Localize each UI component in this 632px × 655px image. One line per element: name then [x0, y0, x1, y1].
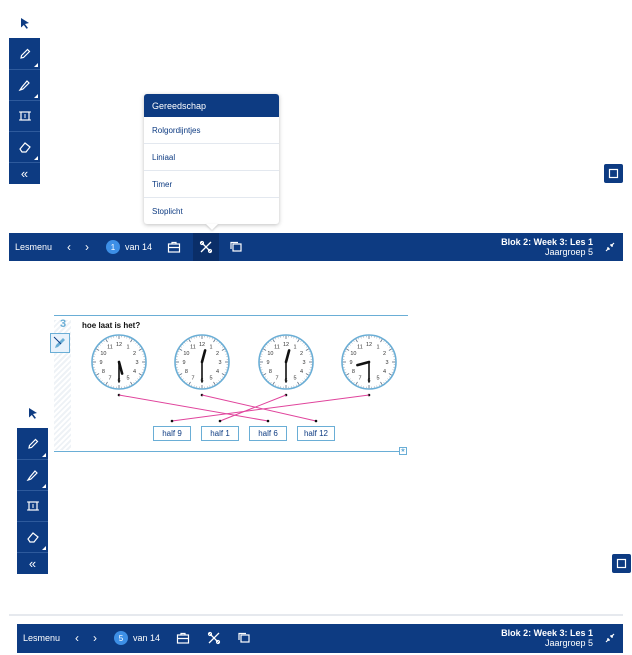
answer-box-half-9[interactable]: half 9	[153, 426, 191, 441]
clock-numeral: 3	[385, 360, 388, 366]
clock-numeral: 11	[274, 344, 280, 350]
clock-numeral: 4	[300, 369, 303, 375]
clock-numeral: 10	[100, 351, 106, 357]
pointer-tool-button[interactable]	[17, 398, 48, 428]
bottom-divider	[9, 614, 623, 616]
answer-anchor-dot	[218, 419, 222, 423]
clock-numeral: 11	[357, 344, 363, 350]
clock-numeral: 9	[182, 360, 185, 366]
clock-numeral: 1	[376, 344, 379, 350]
clock-numeral: 4	[133, 369, 136, 375]
clock-numeral: 12	[199, 342, 205, 348]
lesson-title: Blok 2: Week 3: Les 1	[501, 628, 593, 638]
answer-anchor-dot	[266, 419, 270, 423]
clock-numeral: 7	[275, 376, 278, 382]
clock-numeral: 12	[116, 342, 122, 348]
clock-numeral: 8	[269, 369, 272, 375]
clock-numeral: 10	[183, 351, 189, 357]
clock-numeral: 11	[190, 344, 196, 350]
clock-numeral: 5	[209, 376, 212, 382]
clock-numeral: 3	[135, 360, 138, 366]
answer-box-half-12[interactable]: half 12	[297, 426, 335, 441]
match-line	[118, 394, 269, 422]
answer-box-half-1[interactable]: half 1	[201, 426, 239, 441]
clock-numeral: 5	[126, 376, 129, 382]
toolbox-icon[interactable]	[176, 631, 190, 645]
clock-numeral: 8	[185, 369, 188, 375]
clock-numeral: 2	[300, 351, 303, 357]
collapse-toolbar-button[interactable]: «	[17, 553, 48, 574]
frame-icon	[26, 501, 39, 511]
clock-numeral: 12	[366, 342, 372, 348]
selection-frame-button-bottom[interactable]	[612, 554, 631, 573]
clock-numeral: 1	[126, 344, 129, 350]
clock-numeral: 5	[293, 376, 296, 382]
exercise-bottom-rule	[54, 451, 400, 452]
clock-numeral: 5	[376, 376, 379, 382]
page-number-badge[interactable]: 5	[114, 631, 128, 645]
answer-anchor-dot	[314, 419, 318, 423]
clock-numeral: 7	[191, 376, 194, 382]
clock-numeral: 7	[108, 376, 111, 382]
match-line	[219, 394, 287, 422]
answer-anchor-dot	[170, 419, 174, 423]
drawing-toolbar-bottom: «	[17, 398, 48, 574]
clock-numeral: 1	[293, 344, 296, 350]
star-marker[interactable]: ★	[399, 447, 407, 455]
clock-numeral: 2	[133, 351, 136, 357]
clock-numeral: 10	[267, 351, 273, 357]
clock-numeral: 1	[209, 344, 212, 350]
clocks-and-lines: 1212345678910111212345678910111212345678…	[91, 334, 397, 423]
answer-box-half-6[interactable]: half 6	[249, 426, 287, 441]
marker-tool-button[interactable]	[17, 460, 48, 490]
clock-numeral: 3	[302, 360, 305, 366]
prev-page-button[interactable]: ‹	[75, 624, 79, 652]
clock-numeral: 9	[266, 360, 269, 366]
pencil-tool-button[interactable]	[17, 429, 48, 459]
pencil-icon	[27, 438, 38, 449]
clock-numeral: 9	[99, 360, 102, 366]
next-page-button[interactable]: ›	[93, 624, 97, 652]
page-count-label: van 14	[133, 633, 161, 643]
eraser-icon	[26, 532, 39, 543]
clock-numeral: 2	[383, 351, 386, 357]
lesson-navbar-bottom: Lesmenu ‹ › 5 van 14 Blok 2: Week 3: Les…	[17, 624, 623, 653]
pointer-icon	[28, 408, 37, 419]
clock-numeral: 8	[102, 369, 105, 375]
marker-icon	[26, 470, 38, 482]
match-line	[171, 394, 370, 422]
windows-icon[interactable]	[237, 631, 251, 645]
clock-numeral: 8	[352, 369, 355, 375]
clock-numeral: 4	[216, 369, 219, 375]
clock-face: 121234567891011	[91, 334, 147, 397]
frame-tool-button[interactable]	[17, 491, 48, 521]
clock-numeral: 7	[358, 376, 361, 382]
clock-numeral: 9	[349, 360, 352, 366]
eraser-tool-button[interactable]	[17, 522, 48, 552]
grade-label: Jaargroep 5	[544, 638, 593, 648]
selection-frame-icon	[616, 558, 627, 569]
clock-face: 121234567891011	[341, 334, 397, 397]
clock-numeral: 2	[216, 351, 219, 357]
clock-face: 121234567891011	[174, 334, 230, 397]
clock-numeral: 4	[383, 369, 386, 375]
clock-numeral: 3	[218, 360, 221, 366]
collapse-icon: «	[28, 556, 37, 571]
exit-fullscreen-icon[interactable]	[603, 631, 617, 645]
clock-face: 121234567891011	[258, 334, 314, 397]
match-line	[201, 394, 317, 422]
clock-numeral: 12	[283, 342, 289, 348]
clock-numeral: 10	[350, 351, 356, 357]
lesmenu-button[interactable]: Lesmenu	[23, 624, 60, 652]
clock-numeral: 11	[107, 344, 113, 350]
tools-icon[interactable]	[207, 631, 221, 645]
